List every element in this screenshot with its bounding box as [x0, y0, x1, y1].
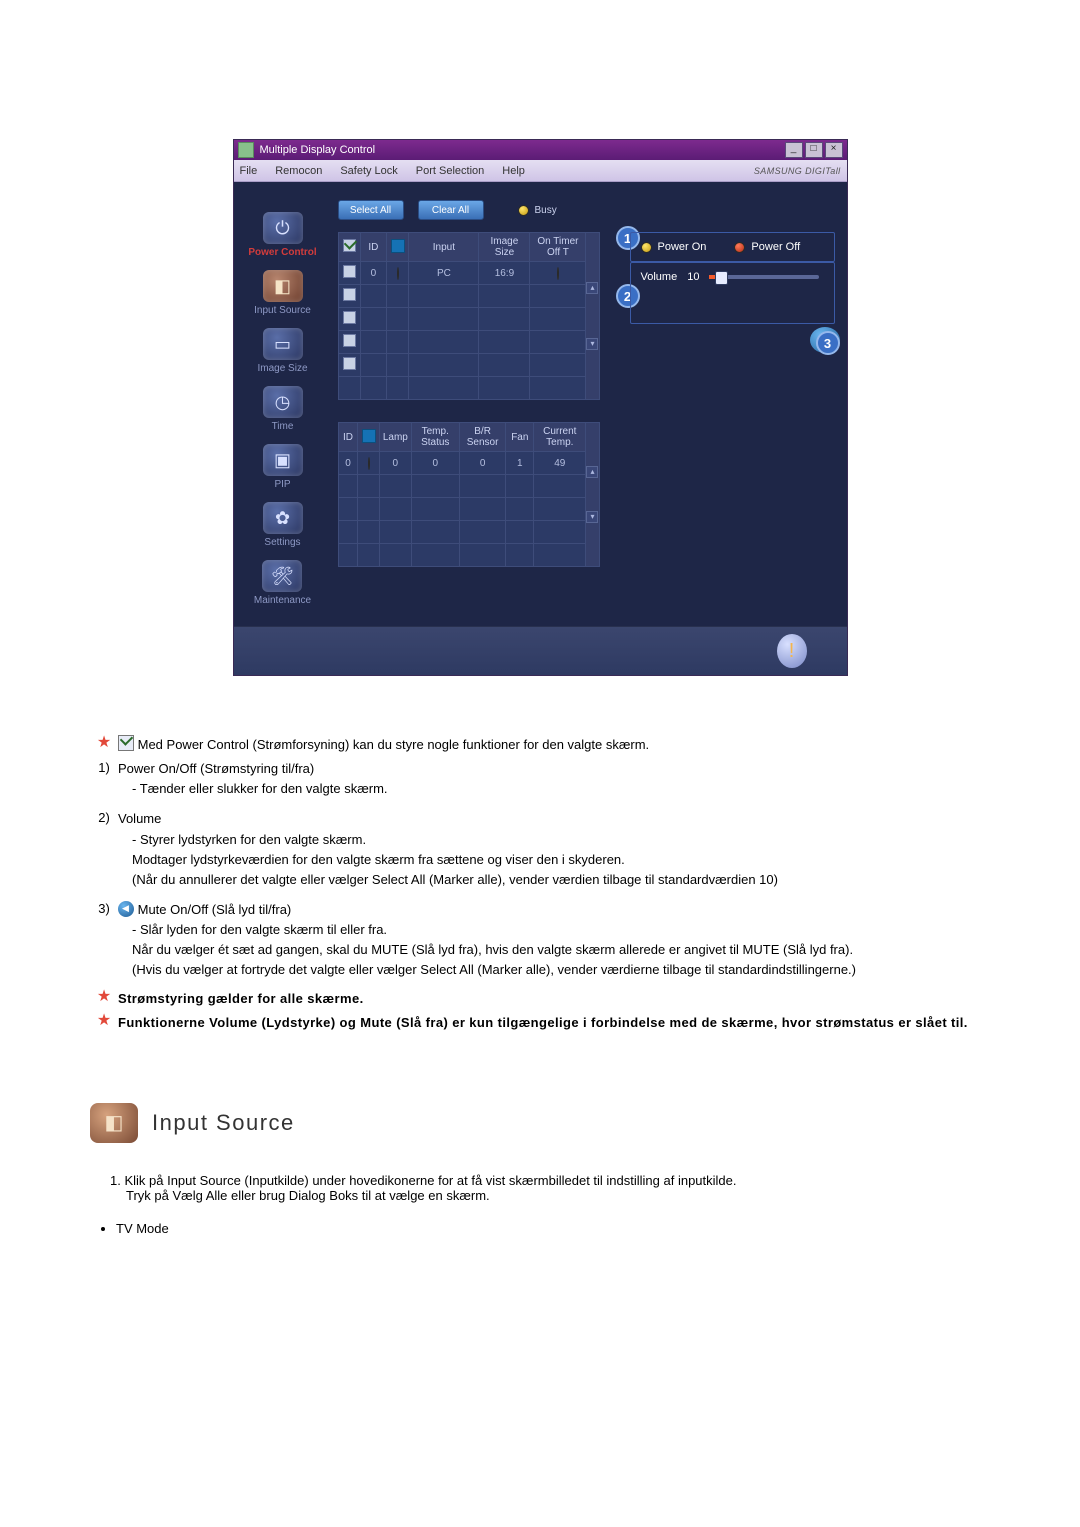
sidebar-item-input-source[interactable]: ◧ Input Source [254, 270, 311, 316]
item2-line-b: Modtager lydstyrkeværdien for den valgte… [118, 850, 990, 870]
volume-slider[interactable] [709, 275, 819, 279]
image-size-icon: ▭ [263, 328, 303, 360]
insrc-step-1: 1. Klik på Input Source (Inputkilde) und… [110, 1173, 990, 1188]
item2-line-a: - Styrer lydstyrken for den valgte skærm… [118, 830, 990, 850]
close-button[interactable]: × [825, 142, 843, 158]
row-checkbox[interactable] [343, 288, 356, 301]
item1-title: Power On/Off (Strømstyring til/fra) [118, 759, 990, 779]
select-all-checkbox[interactable] [343, 239, 356, 252]
menu-help[interactable]: Help [502, 165, 525, 177]
timer-led-icon [557, 267, 559, 280]
sidebar-item-pip[interactable]: ▣ PIP [263, 444, 303, 490]
item1-line-a: - Tænder eller slukker for den valgte sk… [118, 779, 990, 799]
star-icon: ★ [97, 1013, 111, 1033]
window-title: Multiple Display Control [260, 144, 785, 156]
input-source-icon: ◧ [263, 270, 303, 302]
maintenance-icon: 🛠 [262, 560, 302, 592]
insrc-bullet-tvmode: TV Mode [116, 1221, 990, 1236]
item3-line-a: - Slår lyden for den valgte skærm til el… [118, 920, 990, 940]
item2-title: Volume [118, 809, 990, 829]
item2-line-c: (Når du annullerer det valgte eller vælg… [118, 870, 990, 890]
window-controls: _ □ × [785, 142, 843, 158]
item3-title: Mute On/Off (Slå lyd til/fra) [138, 902, 292, 917]
insrc-step-1b: Tryk på Vælg Alle eller brug Dialog Boks… [110, 1188, 990, 1203]
power-on-button[interactable]: Power On [641, 241, 707, 253]
main-panel: Select All Clear All Busy [332, 182, 847, 626]
power-off-button[interactable]: Power Off [734, 241, 800, 253]
row-checkbox[interactable] [343, 357, 356, 370]
speaker-inline-icon [118, 901, 134, 917]
volume-value: 10 [687, 271, 699, 283]
maximize-button[interactable]: □ [805, 142, 823, 158]
menu-port-selection[interactable]: Port Selection [416, 165, 484, 177]
star-icon: ★ [97, 735, 111, 755]
window-titlebar: Multiple Display Control _ □ × [234, 140, 847, 160]
power-panel: Power On Power Off [630, 232, 835, 262]
sidebar-item-time[interactable]: ◷ Time [263, 386, 303, 432]
sidebar-item-settings[interactable]: ✿ Settings [263, 502, 303, 548]
pip-icon: ▣ [263, 444, 303, 476]
item3-line-b: Når du vælger ét sæt ad gangen, skal du … [118, 940, 990, 960]
clear-all-button[interactable]: Clear All [418, 200, 484, 220]
sidebar-item-image-size[interactable]: ▭ Image Size [257, 328, 307, 374]
list-number-2: 2) [90, 809, 118, 890]
scroll-down-button[interactable]: ▾ [586, 338, 598, 350]
power-status-led-icon [368, 457, 370, 470]
sidebar: ⏻ Power Control ◧ Input Source ▭ Image S… [234, 182, 332, 626]
list-number-3: 3) [90, 900, 118, 981]
item3-line-c: (Hvis du vælger at fortryde det valgte e… [118, 960, 990, 980]
intro-text: Med Power Control (Strømforsyning) kan d… [138, 737, 650, 752]
menu-remocon[interactable]: Remocon [275, 165, 322, 177]
document-body: ★ Med Power Control (Strømforsyning) kan… [90, 735, 990, 1236]
star-icon: ★ [97, 989, 111, 1009]
brand-text: SAMSUNG DIGITall [754, 166, 841, 176]
select-all-button[interactable]: Select All [338, 200, 404, 220]
row-checkbox[interactable] [343, 334, 356, 347]
power-status-led-icon [397, 267, 399, 280]
table-row[interactable]: 0 0 0 0 1 49 [338, 452, 599, 475]
volume-thumb[interactable] [715, 271, 728, 285]
row-checkbox[interactable] [343, 265, 356, 278]
scroll-down-button[interactable]: ▾ [586, 511, 598, 523]
volume-panel: Volume 10 🔈 3 [630, 262, 835, 324]
star3-text: Funktionerne Volume (Lydstyrke) og Mute … [118, 1015, 968, 1030]
table-row[interactable]: 0 PC 16:9 [338, 262, 599, 285]
menubar: File Remocon Safety Lock Port Selection … [234, 160, 847, 182]
display-table-inputs: ID Input Image Size On Timer Off T ▴▾ [338, 232, 600, 400]
busy-led-icon [518, 205, 529, 216]
statusbar: ! [234, 626, 847, 675]
power-off-led-icon [734, 242, 745, 253]
power-col-icon [362, 429, 376, 443]
callout-3: 3 [816, 331, 840, 355]
alert-icon: ! [777, 634, 807, 668]
menu-safety-lock[interactable]: Safety Lock [340, 165, 397, 177]
checkbox-icon [118, 735, 134, 751]
input-source-section: ◧ Input Source [90, 1103, 990, 1143]
settings-icon: ✿ [263, 502, 303, 534]
star2-text: Strømstyring gælder for alle skærme. [118, 991, 364, 1006]
volume-label: Volume [641, 271, 678, 283]
power-col-icon [391, 239, 405, 253]
list-number-1: 1) [90, 759, 118, 799]
app-icon [238, 142, 254, 158]
app-window: Multiple Display Control _ □ × File Remo… [234, 140, 847, 675]
display-table-status: ID Lamp Temp. Status B/R Sensor Fan Curr… [338, 422, 600, 567]
minimize-button[interactable]: _ [785, 142, 803, 158]
power-control-icon: ⏻ [263, 212, 303, 244]
input-source-large-icon: ◧ [90, 1103, 138, 1143]
scroll-up-button[interactable]: ▴ [586, 466, 598, 478]
input-source-heading: Input Source [152, 1110, 295, 1136]
sidebar-item-maintenance[interactable]: 🛠 Maintenance [254, 560, 311, 606]
time-icon: ◷ [263, 386, 303, 418]
menu-file[interactable]: File [240, 165, 258, 177]
scroll-up-button[interactable]: ▴ [586, 282, 598, 294]
row-checkbox[interactable] [343, 311, 356, 324]
sidebar-item-power-control[interactable]: ⏻ Power Control [248, 212, 316, 258]
power-on-led-icon [641, 242, 652, 253]
busy-indicator: Busy [518, 205, 557, 216]
